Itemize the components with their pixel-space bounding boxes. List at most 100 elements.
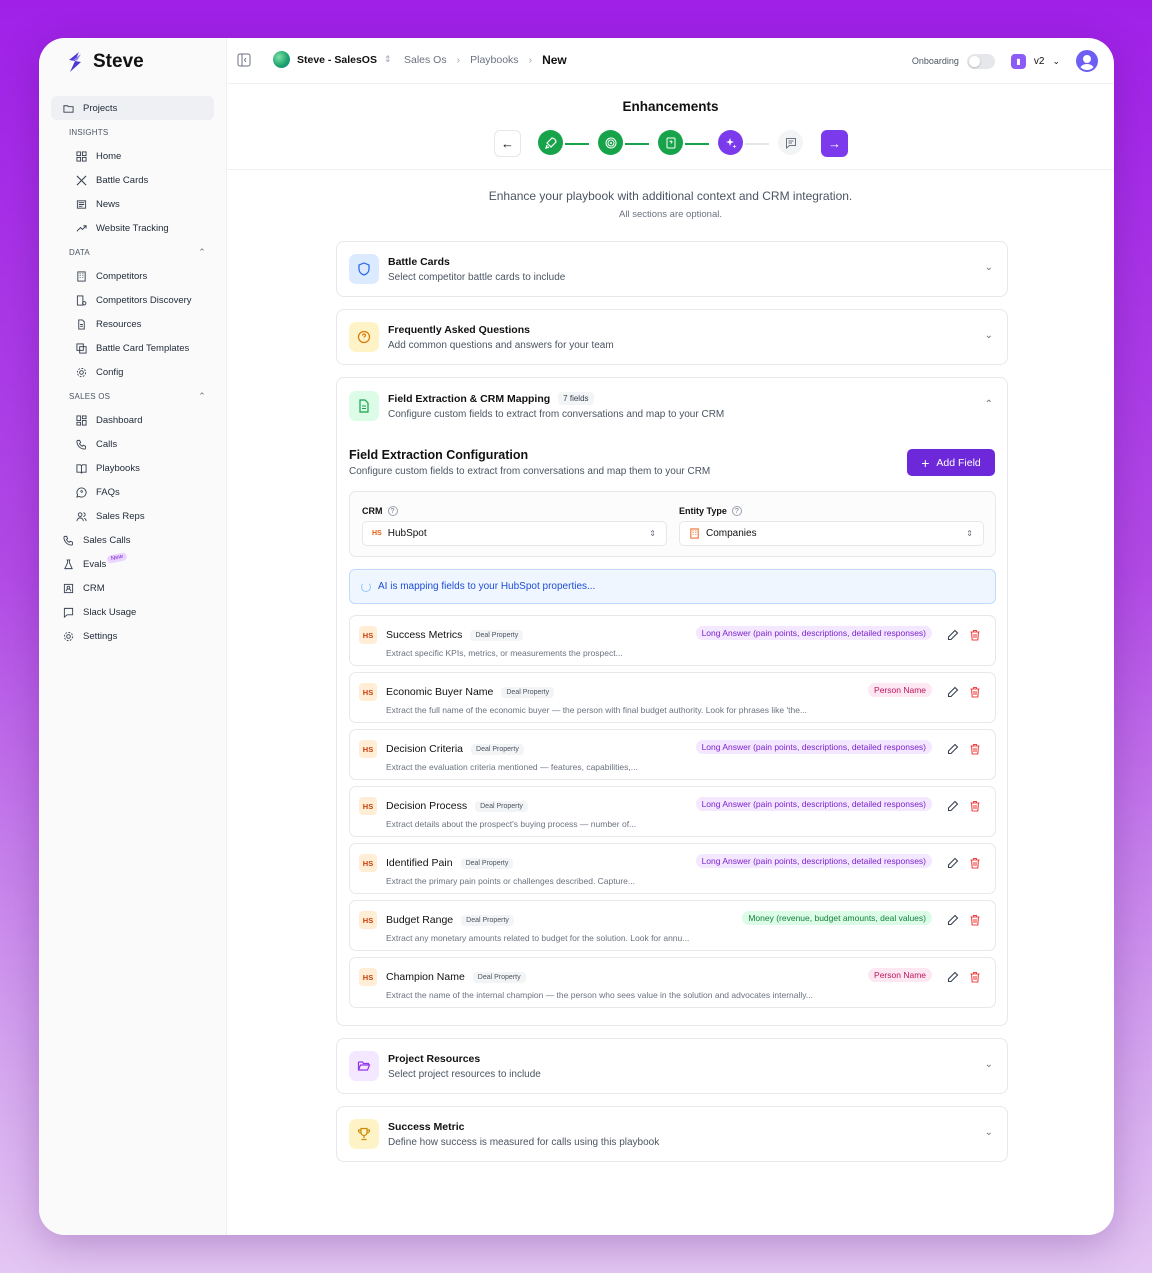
user-avatar[interactable]	[1076, 50, 1098, 72]
sidebar-item-news[interactable]: News	[51, 192, 214, 216]
next-button[interactable]: →	[821, 130, 848, 157]
breadcrumb-playbooks[interactable]: Playbooks	[470, 54, 518, 66]
crm-select[interactable]: HS HubSpot ⇕	[362, 521, 667, 546]
sidebar-item-label: Competitors Discovery	[96, 294, 192, 306]
sidebar-item-dashboard[interactable]: Dashboard	[51, 408, 214, 432]
sidebar-item-config[interactable]: Config	[51, 360, 214, 384]
sidebar-item-faqs[interactable]: FAQs	[51, 480, 214, 504]
sidebar-item-battle-cards[interactable]: Battle Cards	[51, 168, 214, 192]
rocket-icon	[544, 136, 557, 149]
sidebar-item-evals[interactable]: Evals New	[51, 552, 214, 576]
step-message[interactable]	[778, 130, 803, 155]
pencil-icon[interactable]	[947, 970, 959, 983]
field-row[interactable]: HS Identified Pain Deal Property Extract th…	[349, 843, 996, 894]
field-row[interactable]: HS Champion Name Deal Property Extract the …	[349, 957, 996, 1008]
chevron-up-icon: ⌃	[198, 246, 206, 257]
trash-icon[interactable]	[969, 856, 981, 869]
section-data[interactable]: DATA ⌃	[51, 240, 214, 264]
section-subtitle: Select project resources to include	[388, 1068, 541, 1080]
sidebar-item-calls[interactable]: Calls	[51, 432, 214, 456]
sidebar-item-label: Dashboard	[96, 414, 143, 426]
section-subtitle: Configure custom fields to extract from …	[388, 409, 725, 420]
sidebar-item-label: Sales Calls	[83, 534, 131, 546]
chevron-down-icon[interactable]: ⌄	[985, 1127, 993, 1138]
trash-icon[interactable]	[969, 970, 981, 983]
section-faq[interactable]: Frequently Asked Questions Add common qu…	[336, 309, 1008, 365]
step-rocket[interactable]	[538, 130, 563, 155]
pencil-icon[interactable]	[947, 742, 959, 755]
flask-icon	[63, 558, 74, 570]
target-icon	[605, 137, 616, 148]
section-project-resources[interactable]: Project Resources Select project resourc…	[336, 1038, 1008, 1094]
trophy-icon	[349, 1119, 379, 1149]
dashboard-icon	[76, 414, 87, 426]
pencil-icon[interactable]	[947, 856, 959, 869]
sidebar-item-resources[interactable]: Resources	[51, 312, 214, 336]
trending-up-icon	[76, 223, 87, 234]
field-name: Decision Criteria Deal Property	[386, 743, 524, 755]
trash-icon[interactable]	[969, 913, 981, 926]
sidebar-item-settings[interactable]: Settings	[51, 624, 214, 648]
sidebar-toggle-icon[interactable]	[237, 53, 251, 67]
section-success-metric[interactable]: Success Metric Define how success is mea…	[336, 1106, 1008, 1162]
back-button[interactable]: ←	[494, 130, 521, 157]
sidebar-item-crm[interactable]: CRM	[51, 576, 214, 600]
sidebar-item-battle-card-templates[interactable]: Battle Card Templates	[51, 336, 214, 360]
step-sparkles[interactable]	[718, 130, 743, 155]
building-icon	[76, 270, 87, 282]
chevron-up-icon[interactable]: ⌃	[985, 399, 993, 410]
pencil-icon[interactable]	[947, 685, 959, 698]
field-name: Success Metrics Deal Property	[386, 629, 524, 641]
section-battle-cards[interactable]: Battle Cards Select competitor battle ca…	[336, 241, 1008, 297]
sidebar-item-sales-calls[interactable]: Sales Calls	[51, 528, 214, 552]
pencil-icon[interactable]	[947, 799, 959, 812]
field-row[interactable]: HS Success Metrics Deal Property Extract sp…	[349, 615, 996, 666]
field-row[interactable]: HS Decision Criteria Deal Property Extract …	[349, 729, 996, 780]
breadcrumb-sales-os[interactable]: Sales Os	[404, 54, 447, 66]
trash-icon[interactable]	[969, 742, 981, 755]
sidebar-item-projects[interactable]: Projects	[51, 96, 214, 120]
bookmark-icon[interactable]: ▮	[1010, 53, 1026, 69]
sidebar-item-home[interactable]: Home	[51, 144, 214, 168]
section-header[interactable]: Field Extraction & CRM Mapping 7 fields …	[349, 391, 724, 421]
section-sales-os[interactable]: SALES OS ⌃	[51, 384, 214, 408]
sidebar-item-label: Resources	[96, 318, 142, 330]
pencil-icon[interactable]	[947, 628, 959, 641]
field-row[interactable]: HS Decision Process Deal Property Extract d…	[349, 786, 996, 837]
entity-type-select[interactable]: Companies ⇕	[679, 521, 984, 546]
field-row[interactable]: HS Economic Buyer Name Deal Property Extrac…	[349, 672, 996, 723]
onboarding-label: Onboarding	[911, 56, 959, 66]
pencil-icon[interactable]	[947, 913, 959, 926]
trash-icon[interactable]	[969, 685, 981, 698]
chevron-down-icon[interactable]: ⌄	[985, 330, 993, 341]
sidebar-item-slack-usage[interactable]: Slack Usage	[51, 600, 214, 624]
chevron-down-icon[interactable]: ⌄	[985, 262, 993, 273]
sidebar-item-website-tracking[interactable]: Website Tracking	[51, 216, 214, 240]
help-icon[interactable]: ?	[387, 506, 398, 516]
trash-icon[interactable]	[969, 628, 981, 641]
section-title: Battle Cards	[388, 255, 450, 268]
sidebar-item-sales-reps[interactable]: Sales Reps	[51, 504, 214, 528]
step-target[interactable]	[598, 130, 623, 155]
trash-icon[interactable]	[969, 799, 981, 812]
chevron-down-icon[interactable]: ⌄	[985, 1059, 993, 1070]
version-label[interactable]: v2	[1034, 56, 1045, 67]
sidebar-item-playbooks[interactable]: Playbooks	[51, 456, 214, 480]
property-tag: Deal Property	[460, 857, 514, 869]
chevron-right-icon: ›	[528, 54, 533, 66]
chevron-down-icon[interactable]: ⌄	[1052, 56, 1060, 67]
logo[interactable]: Steve	[65, 50, 144, 74]
onboarding-toggle[interactable]	[966, 53, 995, 69]
field-row[interactable]: HS Budget Range Deal Property Extract any m…	[349, 900, 996, 951]
workspace-switcher[interactable]: Steve - SalesOS ⇕	[273, 51, 392, 68]
section-subtitle: Select competitor battle cards to includ…	[388, 271, 566, 283]
sidebar-item-competitors-discovery[interactable]: Competitors Discovery	[51, 288, 214, 312]
file-icon	[76, 318, 87, 330]
step-question[interactable]	[658, 130, 683, 155]
app-name: Steve	[93, 51, 144, 72]
field-description: Extract details about the prospect's buy…	[386, 819, 637, 829]
help-icon[interactable]: ?	[731, 506, 742, 516]
sidebar-item-competitors[interactable]: Competitors	[51, 264, 214, 288]
add-field-button[interactable]: + Add Field	[907, 449, 995, 476]
loader-icon	[361, 581, 371, 592]
